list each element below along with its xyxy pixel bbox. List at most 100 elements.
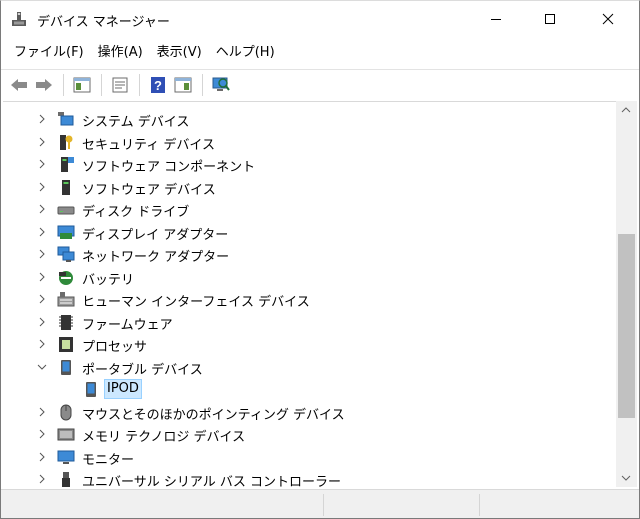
chevron-right-icon[interactable] [37, 474, 47, 484]
chevron-down-icon[interactable] [37, 362, 47, 372]
properties-pane-icon [73, 77, 91, 92]
back-button[interactable] [7, 73, 31, 97]
menu-action[interactable]: 操作(A) [91, 41, 150, 65]
chevron-right-icon[interactable] [37, 317, 47, 327]
tree-node-display-adapters[interactable]: ディスプレイ アダプター [3, 221, 615, 244]
tree-node-monitors[interactable]: モニター [3, 446, 615, 469]
scroll-up-icon[interactable] [621, 107, 631, 113]
chevron-right-icon[interactable] [37, 159, 47, 169]
tree-node-disk-drives[interactable]: ディスク ドライブ [3, 198, 615, 221]
tree-label: ヒューマン インターフェイス デバイス [82, 295, 310, 310]
hid-icon [57, 292, 75, 307]
maximize-icon [545, 14, 555, 24]
help-button[interactable]: ? [146, 73, 170, 97]
close-button[interactable] [585, 1, 631, 37]
chevron-right-icon[interactable] [37, 452, 47, 462]
scroll-down-icon[interactable] [621, 475, 631, 481]
tree-label: システム デバイス [82, 115, 190, 130]
tree-label: ユニバーサル シリアル バス コントローラー [82, 475, 342, 487]
toolbar: ? [1, 69, 639, 99]
menu-bar: ファイル(F) 操作(A) 表示(V) ヘルプ(H) [1, 41, 639, 65]
toolbar-separator [101, 73, 102, 96]
show-hide-console-tree-button[interactable] [70, 73, 94, 97]
vertical-scrollbar[interactable] [616, 101, 637, 487]
tree-node-network-adapters[interactable]: ネットワーク アダプター [3, 243, 615, 266]
tree-node-system-devices[interactable]: システム デバイス [3, 108, 615, 131]
tree-node-batteries[interactable]: バッテリ [3, 266, 615, 289]
window-title: デバイス マネージャー [37, 15, 170, 30]
usb-icon [62, 472, 70, 487]
tree-label: ディスプレイ アダプター [82, 227, 229, 243]
maximize-button[interactable] [527, 1, 573, 37]
tree-node-portable-devices[interactable]: ポータブル デバイス [3, 356, 615, 379]
tree-node-security-devices[interactable]: セキュリティ デバイス [3, 131, 615, 154]
software-components-icon [61, 157, 74, 172]
help-icon: ? [151, 76, 165, 93]
tree-node-ipod[interactable]: IPOD [3, 378, 615, 401]
status-separator [479, 494, 480, 516]
chevron-right-icon[interactable] [37, 182, 47, 192]
disk-drive-icon [57, 206, 75, 215]
title-bar: デバイス マネージャー [1, 1, 639, 37]
tree-label: セキュリティ デバイス [82, 137, 215, 153]
chevron-right-icon[interactable] [37, 249, 47, 259]
display-adapter-icon [57, 225, 75, 239]
portable-device-icon [86, 382, 96, 397]
tree-label: メモリ テクノロジ デバイス [82, 430, 246, 445]
security-devices-icon [60, 134, 73, 150]
processor-icon [59, 337, 73, 352]
tree-node-processors[interactable]: プロセッサ [3, 333, 615, 356]
show-hide-action-pane-button[interactable] [171, 73, 195, 97]
scan-hardware-icon [212, 77, 230, 91]
tree-label-selected: IPOD [104, 379, 142, 399]
tree-label: プロセッサ [82, 340, 148, 355]
toolbar-separator [139, 73, 140, 96]
svg-text:?: ? [154, 78, 162, 93]
back-icon [11, 78, 27, 91]
network-adapter-icon [57, 246, 75, 262]
forward-icon [36, 78, 52, 91]
tree-label: ファームウェア [82, 317, 173, 333]
firmware-icon [59, 314, 73, 330]
tree-node-memory-technology[interactable]: メモリ テクノロジ デバイス [3, 423, 615, 446]
tree-label: バッテリ [82, 272, 135, 288]
properties-button[interactable] [108, 73, 132, 97]
tree-node-software-devices[interactable]: ソフトウェア デバイス [3, 176, 615, 199]
device-manager-app-icon [11, 11, 27, 27]
menu-file[interactable]: ファイル(F) [7, 41, 91, 65]
chevron-right-icon[interactable] [37, 339, 47, 349]
minimize-icon [491, 19, 501, 20]
status-bar [1, 489, 639, 518]
scan-hardware-button[interactable] [209, 73, 233, 97]
monitor-icon [57, 450, 75, 464]
properties-icon [112, 77, 128, 92]
tree-label: ディスク ドライブ [82, 205, 190, 220]
chevron-right-icon[interactable] [37, 429, 47, 439]
chevron-right-icon[interactable] [37, 204, 47, 214]
tree-label: ネットワーク アダプター [82, 250, 230, 265]
toolbar-separator [63, 73, 64, 96]
chevron-right-icon[interactable] [37, 137, 47, 147]
chevron-right-icon[interactable] [37, 294, 47, 304]
scrollbar-thumb[interactable] [618, 234, 635, 418]
tree-node-mice[interactable]: マウスとそのほかのポインティング デバイス [3, 401, 615, 424]
tree-node-firmware[interactable]: ファームウェア [3, 311, 615, 334]
chevron-right-icon[interactable] [37, 227, 47, 237]
tree-label: ポータブル デバイス [82, 362, 203, 378]
forward-button[interactable] [32, 73, 56, 97]
chevron-right-icon[interactable] [37, 114, 47, 124]
software-devices-icon [62, 179, 70, 195]
menu-help[interactable]: ヘルプ(H) [209, 41, 282, 65]
chevron-right-icon[interactable] [37, 407, 47, 417]
tree-node-software-components[interactable]: ソフトウェア コンポーネント [3, 153, 615, 176]
portable-device-icon [61, 359, 71, 375]
device-manager-window: デバイス マネージャー ファイル(F) 操作(A) 表示(V) ヘルプ(H) ?… [0, 0, 640, 519]
memory-tech-icon [57, 428, 75, 441]
tree-node-usb-controllers[interactable]: ユニバーサル シリアル バス コントローラー [3, 468, 615, 487]
chevron-right-icon[interactable] [37, 272, 47, 282]
minimize-button[interactable] [473, 1, 519, 37]
menu-view[interactable]: 表示(V) [150, 41, 209, 65]
close-icon [602, 13, 614, 25]
tree-node-hid[interactable]: ヒューマン インターフェイス デバイス [3, 288, 615, 311]
tree-label: マウスとそのほかのポインティング デバイス [82, 407, 345, 423]
